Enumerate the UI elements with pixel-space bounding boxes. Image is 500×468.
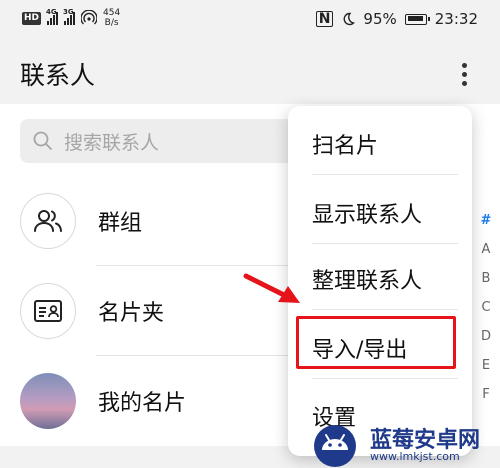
more-dot (461, 62, 467, 68)
page-title: 联系人 (20, 61, 96, 90)
highlight-box (296, 316, 456, 369)
menu-divider (312, 174, 458, 175)
status-bar-right: N 95% 23:32 (315, 10, 478, 28)
index-letter[interactable]: D (481, 322, 491, 351)
menu-item-scan-card[interactable]: 扫名片 (312, 128, 378, 160)
list-item-label: 我的名片 (98, 391, 187, 416)
menu-divider (312, 309, 458, 310)
overflow-menu: 扫名片 显示联系人 整理联系人 导入/导出 设置 (288, 106, 472, 456)
alphabet-index[interactable]: # A B C D E F (478, 206, 494, 409)
card-holder-icon (20, 283, 76, 339)
network-type-2: 3G (63, 8, 74, 16)
avatar (20, 373, 76, 429)
nfc-icon: N (315, 11, 334, 27)
index-letter[interactable]: # (481, 206, 492, 235)
more-dot (461, 71, 467, 77)
more-options-button[interactable] (452, 58, 476, 90)
battery-percent: 95% (363, 10, 397, 28)
network-type-1: 4G (46, 8, 57, 16)
index-letter[interactable]: B (482, 264, 491, 293)
hd-badge: HD (22, 11, 42, 25)
status-bar-left: HD 4G 3G 454 B/s (22, 8, 120, 28)
status-bar: HD 4G 3G 454 B/s N 95% 23:32 (0, 0, 500, 40)
speed-value: 454 (103, 8, 121, 18)
network-speed: 454 B/s (103, 8, 120, 28)
index-letter[interactable]: C (481, 293, 490, 322)
android-logo-icon (314, 425, 356, 467)
group-icon (20, 193, 76, 249)
search-icon (33, 131, 52, 150)
watermark-url: www.lmkjst.com (370, 450, 460, 463)
signal-icon-1: 4G (46, 8, 59, 25)
hotspot-icon (81, 10, 98, 25)
watermark: 蓝莓安卓网 www.lmkjst.com (310, 420, 500, 468)
index-letter[interactable]: F (482, 380, 489, 409)
menu-divider (312, 378, 458, 379)
speed-unit: B/s (104, 18, 119, 28)
search-placeholder: 搜索联系人 (64, 131, 160, 154)
list-item-label: 名片夹 (98, 301, 165, 326)
battery-icon (404, 13, 430, 25)
signal-icon-2: 3G (63, 8, 76, 25)
moon-icon (343, 12, 356, 26)
menu-item-organize-contacts[interactable]: 整理联系人 (312, 263, 422, 295)
menu-divider (312, 243, 458, 244)
index-letter[interactable]: E (482, 351, 490, 380)
menu-item-display-contacts[interactable]: 显示联系人 (312, 197, 422, 229)
clock: 23:32 (434, 10, 478, 28)
more-dot (461, 80, 467, 86)
index-letter[interactable]: A (482, 235, 491, 264)
red-arrow-icon (243, 273, 300, 303)
list-item-label: 群组 (98, 211, 143, 236)
